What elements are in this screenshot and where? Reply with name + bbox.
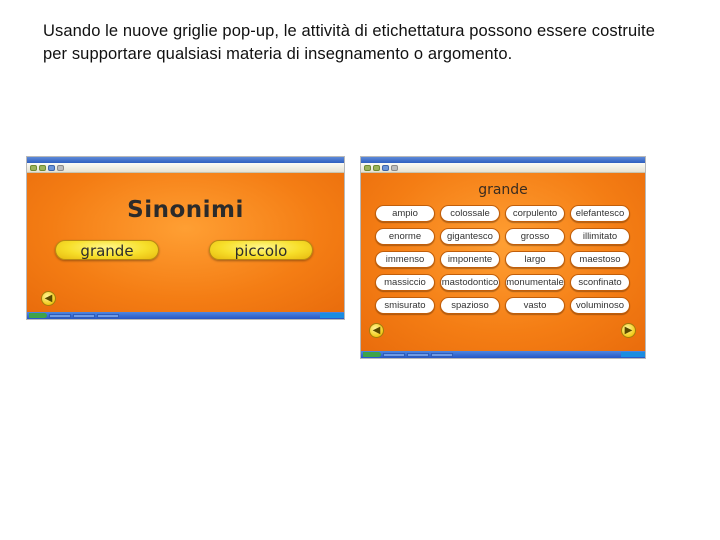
word-cell[interactable]: sconfinato [570,274,630,291]
back-arrow-icon[interactable]: ◀ [41,291,56,306]
word-cell[interactable]: elefantesco [570,205,630,222]
word-cell[interactable]: illimitato [570,228,630,245]
taskbar-item[interactable] [383,352,405,357]
taskbar-item[interactable] [49,313,71,318]
word-grid: ampio colossale corpulento elefantesco e… [375,205,631,314]
taskbar-item[interactable] [407,352,429,357]
window-toolbar [27,163,344,173]
word-cell[interactable]: corpulento [505,205,565,222]
word-cell[interactable]: maestoso [570,251,630,268]
word-cell[interactable]: vasto [505,297,565,314]
taskbar-item[interactable] [431,352,453,357]
settings-icon[interactable] [391,164,398,171]
word-cell[interactable]: massiccio [375,274,435,291]
forward-arrow-icon[interactable]: ▶ [621,323,636,338]
word-cell[interactable]: monumentale [505,274,565,291]
activity-stage: Sinonimi grande piccolo ◀ [27,173,344,312]
option-piccolo-button[interactable]: piccolo [209,240,313,260]
window-toolbar [361,163,645,173]
back-arrow-icon[interactable]: ◀ [369,323,384,338]
settings-icon[interactable] [57,164,64,171]
word-cell[interactable]: grosso [505,228,565,245]
home-icon[interactable] [48,164,55,171]
taskbar [361,351,645,358]
screenshot-sinonimi: Sinonimi grande piccolo ◀ [26,156,345,320]
taskbar-item[interactable] [97,313,119,318]
word-cell[interactable]: mastodontico [440,274,500,291]
start-button[interactable] [29,313,47,318]
word-cell[interactable]: largo [505,251,565,268]
taskbar [27,312,344,319]
word-cell[interactable]: spazioso [440,297,500,314]
screenshot-grande: grande ampio colossale corpulento elefan… [360,156,646,359]
system-tray [621,352,645,357]
system-tray [320,313,344,318]
taskbar-item[interactable] [73,313,95,318]
caption-text: Usando le nuove griglie pop-up, le attiv… [43,22,656,63]
option-grande-button[interactable]: grande [55,240,159,260]
activity-stage: grande ampio colossale corpulento elefan… [361,173,645,351]
word-cell[interactable]: immenso [375,251,435,268]
word-cell[interactable]: gigantesco [440,228,500,245]
word-cell[interactable]: colossale [440,205,500,222]
activity-title: Sinonimi [127,197,244,223]
word-cell[interactable]: smisurato [375,297,435,314]
word-cell[interactable]: ampio [375,205,435,222]
forward-icon[interactable] [373,164,380,171]
word-cell[interactable]: enorme [375,228,435,245]
grid-title: grande [478,182,528,198]
back-icon[interactable] [30,164,37,171]
forward-icon[interactable] [39,164,46,171]
word-cell[interactable]: voluminoso [570,297,630,314]
home-icon[interactable] [382,164,389,171]
word-cell[interactable]: imponente [440,251,500,268]
back-icon[interactable] [364,164,371,171]
start-button[interactable] [363,352,381,357]
